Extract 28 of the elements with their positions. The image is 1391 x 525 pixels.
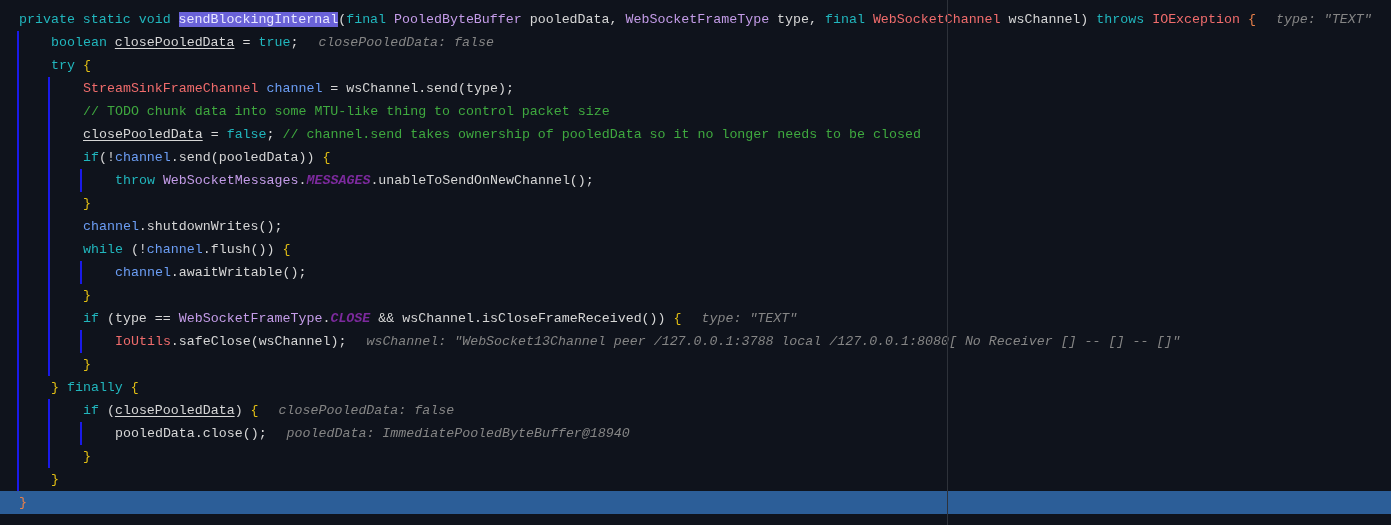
- code-line: }: [83, 286, 91, 305]
- code-line: } finally {: [51, 378, 139, 397]
- code-line: if(!channel.send(pooledData)) {: [83, 148, 331, 167]
- inline-hint: pooledData: ImmediatePooledByteBuffer@18940: [286, 424, 630, 443]
- code-line: channel.awaitWritable();: [115, 263, 307, 282]
- code-line: if (type == WebSocketFrameType.CLOSE && wsChannel.isCloseFrameReceived()) {: [83, 309, 682, 328]
- inline-hint: type: "TEXT": [1275, 10, 1372, 29]
- code-line: private static void sendBlockingInternal(final PooledByteBuffer pooledData, WebSocketFrameType type, final WebSocketChannel wsChannel) throws IOException {: [19, 10, 1256, 29]
- inline-hint: type: "TEXT": [701, 309, 798, 328]
- code-line: // TODO chunk data into some MTU-like thing to control packet size: [83, 102, 610, 121]
- inline-hint: wsChannel: "WebSocket13Channel peer /127.0.0.1:3788 local /127.0.0.1:8080[ No Receiver [] -- [] -- []": [366, 332, 1181, 351]
- code-line: throw WebSocketMessages.MESSAGES.unableToSendOnNewChannel();: [115, 171, 594, 190]
- code-line: closePooledData = false; // channel.send takes ownership of pooledData so it no longer needs to be closed: [83, 125, 921, 144]
- code-line: boolean closePooledData = true;: [51, 33, 299, 52]
- code-line: try {: [51, 56, 91, 75]
- code-line: if (closePooledData) {: [83, 401, 259, 420]
- code-line: }: [51, 470, 59, 489]
- code-line: while (!channel.flush()) {: [83, 240, 291, 259]
- code-line: IoUtils.safeClose(wsChannel);: [115, 332, 347, 351]
- code-line: StreamSinkFrameChannel channel = wsChannel.send(type);: [83, 79, 514, 98]
- code-line: }: [83, 194, 91, 213]
- inline-hint: closePooledData: false: [318, 33, 494, 52]
- code-line: }: [83, 355, 91, 374]
- code-line: }: [19, 493, 27, 512]
- code-line: channel.shutdownWrites();: [83, 217, 283, 236]
- inline-hint: closePooledData: false: [278, 401, 455, 420]
- code-line: }: [83, 447, 91, 466]
- code-line: pooledData.close();: [115, 424, 267, 443]
